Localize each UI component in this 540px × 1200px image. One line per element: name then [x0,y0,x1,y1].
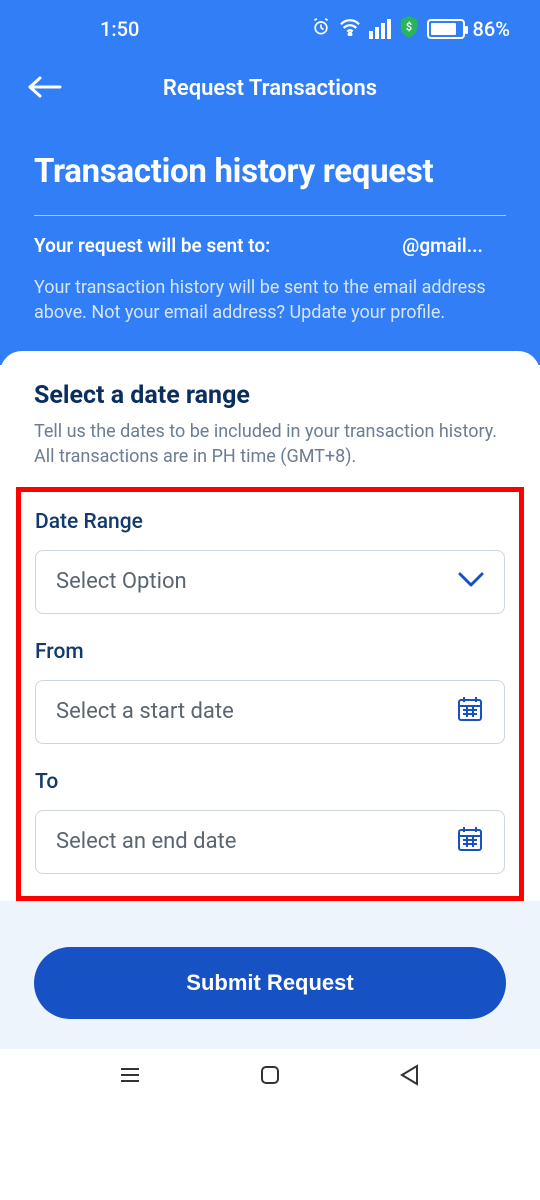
from-date-input[interactable]: Select a start date [35,680,505,744]
signal-icon [369,19,391,39]
calendar-icon [456,825,484,859]
to-placeholder: Select an end date [56,829,236,854]
svg-text:$: $ [405,20,411,33]
email-redacted [276,234,396,252]
shield-icon: $ [399,15,419,44]
battery-icon [427,19,465,39]
date-range-label: Date Range [35,510,505,534]
chevron-down-icon [458,569,484,594]
battery-pct: 86% [473,17,510,41]
calendar-icon [456,695,484,729]
from-label: From [35,640,505,664]
date-range-highlight: Date Range Select Option From Select a s… [16,487,524,901]
section-subtitle: Tell us the dates to be included in your… [34,420,506,469]
nav-back-button[interactable] [397,1062,423,1092]
to-label: To [35,770,505,794]
section-title: Select a date range [34,381,506,410]
alarm-icon [311,17,331,42]
header-title: Transaction history request [34,152,506,191]
to-date-input[interactable]: Select an end date [35,810,505,874]
date-range-placeholder: Select Option [56,569,187,594]
nav-home-button[interactable] [257,1062,283,1092]
sent-to-label: Your request will be sent to: [34,234,270,257]
status-bar: 1:50 $ 86% [0,0,540,58]
nav-recent-button[interactable] [117,1062,143,1092]
sent-to-row: Your request will be sent to: @gmail... [34,234,506,257]
wifi-icon [339,17,361,41]
android-nav-bar [0,1049,540,1105]
header-divider [34,215,506,216]
email-visible: @gmail... [402,234,483,257]
date-range-select[interactable]: Select Option [35,550,505,614]
header-subtext: Your transaction history will be sent to… [34,275,506,325]
submit-request-button[interactable]: Submit Request [34,947,506,1019]
status-time: 1:50 [30,17,139,41]
from-placeholder: Select a start date [56,699,234,724]
page-title: Request Transactions [0,76,540,101]
